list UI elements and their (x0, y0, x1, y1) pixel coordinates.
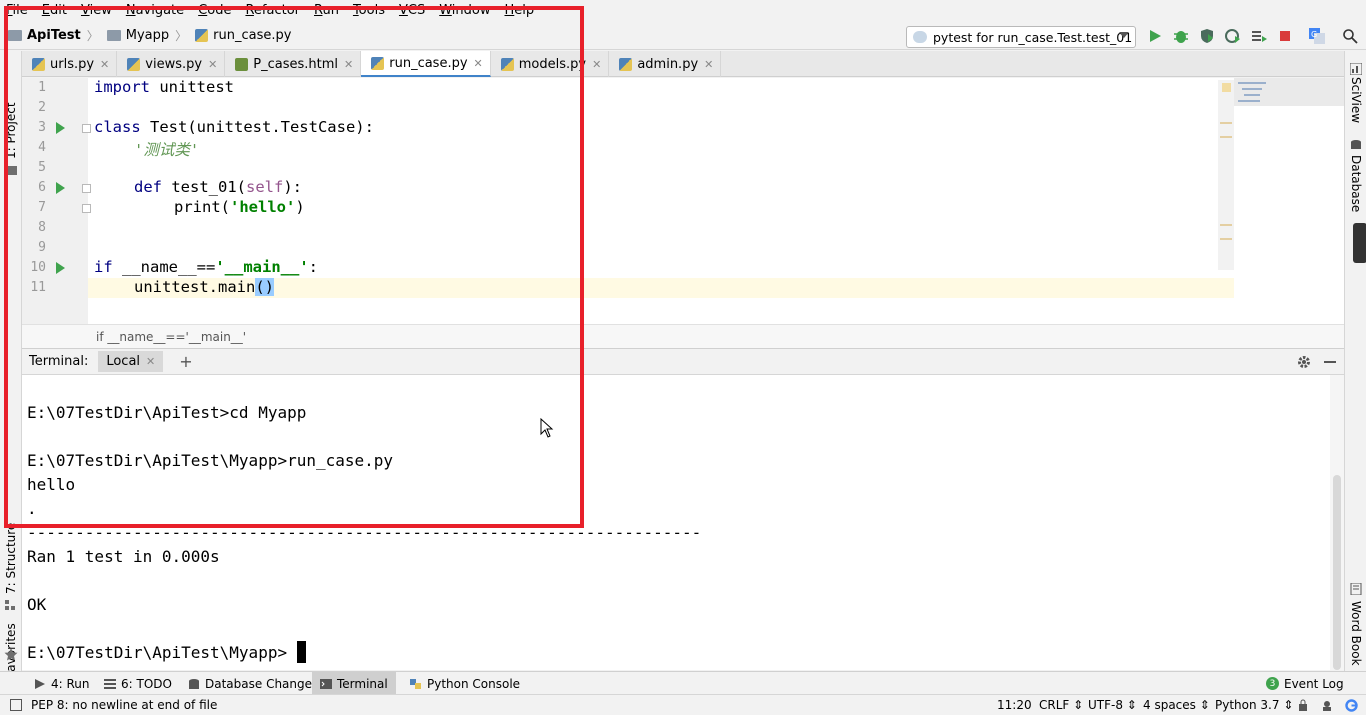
python-console-tool-button[interactable]: Python Console (402, 672, 528, 695)
highlight-annotation-box (4, 6, 584, 528)
scrollbar-thumb[interactable] (1333, 475, 1341, 670)
tool-label: 4: Run (51, 676, 90, 691)
search-everywhere-button[interactable] (1341, 27, 1359, 45)
terminal-caret (297, 641, 306, 663)
word-book-tool-button[interactable]: Word Book (1349, 601, 1363, 666)
database-icon (189, 678, 199, 689)
structure-icon (5, 600, 15, 610)
inspection-indicator[interactable] (1222, 83, 1231, 92)
sciview-tool-button[interactable]: SciView (1349, 77, 1363, 123)
python-interpreter[interactable]: Python 3.7 ⇕ (1215, 698, 1293, 712)
profile-icon (1225, 29, 1240, 43)
editor-scrollbar[interactable] (1218, 80, 1234, 270)
tool-window-bar: 4: Run 6: TODO Database Changes Terminal… (0, 671, 1366, 695)
svg-text:G: G (1311, 30, 1317, 39)
stop-button[interactable] (1276, 27, 1294, 45)
run-configuration-select[interactable]: pytest for run_case.Test.test_01 (906, 26, 1136, 48)
terminal-line: OK (27, 595, 47, 614)
close-icon[interactable]: ✕ (704, 58, 713, 71)
right-tool-strip: SciView Database Word Book (1344, 51, 1366, 671)
terminal-line: Ran 1 test in 0.000s (27, 547, 220, 566)
tab-admin[interactable]: admin.py ✕ (609, 51, 722, 77)
event-log-tool-button[interactable]: 3 Event Log (1258, 672, 1352, 695)
shield-icon (1201, 29, 1213, 43)
bug-icon (1174, 31, 1188, 43)
indent-label: 4 spaces (1143, 698, 1196, 712)
terminal-tool-button[interactable]: Terminal (312, 672, 396, 695)
tool-label: Python Console (427, 676, 521, 691)
line-separator[interactable]: CRLF ⇕ (1039, 698, 1083, 712)
tool-label: Terminal (337, 676, 388, 691)
debug-button[interactable] (1172, 27, 1190, 45)
run-icon (35, 678, 45, 689)
database-tool-button[interactable]: Database (1349, 155, 1363, 212)
close-icon[interactable]: ✕ (592, 58, 601, 71)
sciview-icon (1350, 63, 1362, 75)
marker-stripe[interactable] (1220, 122, 1232, 124)
lock-icon[interactable] (1298, 699, 1308, 711)
event-count-badge: 3 (1266, 677, 1279, 690)
translate-icon: G (1309, 28, 1325, 44)
python-file-icon (619, 57, 633, 71)
marker-stripe[interactable] (1220, 136, 1232, 138)
terminal-prompt: E:\07TestDir\ApiTest\Myapp> (27, 643, 288, 662)
inspector-icon[interactable] (1321, 699, 1333, 711)
profile-button[interactable] (1224, 27, 1242, 45)
database-icon (1351, 140, 1361, 149)
file-encoding[interactable]: UTF-8 ⇕ (1088, 698, 1137, 712)
mouse-pointer-icon (540, 418, 554, 438)
list-run-icon (1252, 31, 1267, 42)
book-icon (1350, 583, 1362, 595)
marker-stripe[interactable] (1220, 224, 1232, 226)
todo-tool-button[interactable]: 6: TODO (96, 672, 180, 695)
minimize-icon[interactable] (1324, 361, 1336, 363)
stop-icon (1280, 31, 1290, 41)
marker-stripe[interactable] (1220, 238, 1232, 240)
chevron-down-icon (1119, 32, 1129, 38)
indent-setting[interactable]: 4 spaces ⇕ (1143, 698, 1210, 712)
coverage-button[interactable] (1198, 27, 1216, 45)
line-separator-label: CRLF (1039, 698, 1070, 712)
caret-position[interactable]: 11:20 (997, 698, 1032, 712)
run-button[interactable] (1146, 27, 1164, 45)
python-icon (410, 678, 421, 689)
status-bar: PEP 8: no newline at end of file 11:20 C… (0, 694, 1366, 715)
search-icon (1343, 29, 1358, 44)
tool-label: 6: TODO (121, 676, 172, 691)
run-tool-button[interactable]: 4: Run (26, 672, 98, 695)
code-minimap[interactable] (1234, 78, 1344, 106)
pytest-icon (913, 31, 927, 43)
list-icon (104, 678, 116, 689)
scroll-indicator[interactable] (1353, 223, 1366, 263)
tool-label: Event Log (1284, 676, 1344, 691)
status-message: PEP 8: no newline at end of file (31, 698, 218, 712)
database-changes-tool-button[interactable]: Database Changes (180, 672, 326, 695)
terminal-icon (320, 678, 332, 689)
run-configuration-label: pytest for run_case.Test.test_01 (933, 29, 1133, 45)
terminal-scrollbar[interactable] (1330, 375, 1344, 670)
encoding-label: UTF-8 (1088, 698, 1123, 712)
tab-label: admin.py (637, 56, 699, 72)
google-icon[interactable] (1345, 699, 1358, 712)
window-icon[interactable] (10, 699, 22, 711)
tool-label: Database Changes (205, 676, 319, 691)
star-icon (4, 648, 18, 661)
translate-button[interactable]: G (1308, 27, 1326, 45)
interpreter-label: Python 3.7 (1215, 698, 1280, 712)
gear-icon[interactable] (1297, 355, 1311, 369)
concurrency-button[interactable] (1250, 27, 1268, 45)
structure-tool-button[interactable]: 7: Structure (4, 523, 18, 594)
run-icon (1150, 30, 1161, 42)
